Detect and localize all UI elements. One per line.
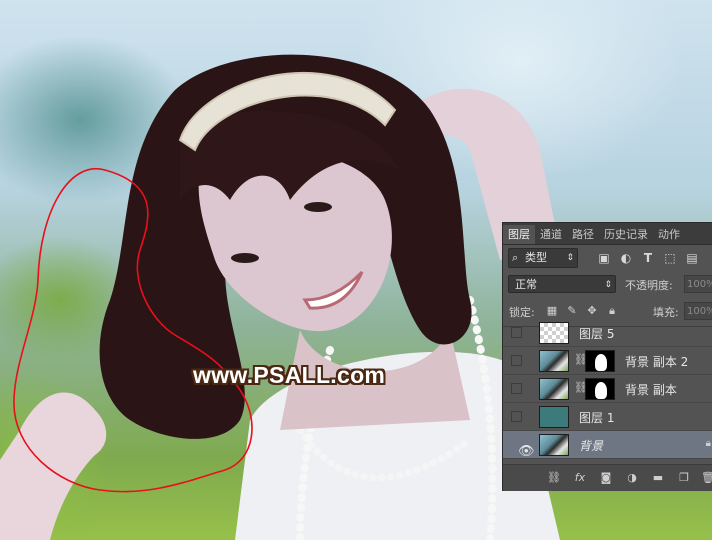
delete-layer-icon[interactable]: 🗑︎: [701, 471, 712, 485]
fill-label: 填充:: [653, 306, 679, 319]
visibility-toggle[interactable]: [511, 411, 522, 422]
tab-paths[interactable]: 路径: [567, 225, 599, 244]
layer-thumbnail: [539, 434, 569, 456]
tab-actions[interactable]: 动作: [653, 225, 685, 244]
layer-mask-thumbnail[interactable]: [585, 378, 615, 400]
layer-row-layer5[interactable]: 图层 5: [503, 319, 712, 347]
tab-channels[interactable]: 通道: [535, 225, 567, 244]
visibility-toggle[interactable]: 👁︎: [511, 439, 535, 459]
left-eye: [231, 253, 259, 263]
layer-row-layer1[interactable]: 图层 1: [503, 403, 712, 431]
shape-filter-icon[interactable]: ⬚: [663, 251, 677, 265]
blend-mode-select[interactable]: 正常 ⇕: [508, 275, 616, 293]
lock-label: 锁定:: [509, 306, 535, 319]
layer-filter-row: ⌕ 类型 ⇕ ▣ ◐ T ⬚ ▤: [503, 246, 712, 270]
adjustment-layer-icon[interactable]: ◑: [625, 471, 639, 485]
right-eye: [304, 202, 332, 212]
layer-thumbnail: [539, 406, 569, 428]
lock-transparency-icon[interactable]: ▦: [545, 304, 559, 318]
layer-name: 图层 1: [579, 411, 615, 425]
hand: [0, 392, 107, 540]
layer-mask-thumbnail[interactable]: [585, 350, 615, 372]
fill-input[interactable]: 100%: [684, 302, 712, 320]
dropdown-arrows-icon: ⇕: [566, 253, 574, 263]
layer-name: 背景 副本 2: [625, 355, 689, 369]
layer-thumbnail: [539, 378, 569, 400]
visibility-toggle[interactable]: [511, 355, 522, 366]
link-layers-icon[interactable]: ⛓: [547, 471, 561, 485]
dropdown-arrows-icon: ⇕: [604, 280, 612, 290]
layer-row-background-copy[interactable]: ⛓ 背景 副本: [503, 375, 712, 403]
layer-thumbnail: [539, 322, 569, 344]
panel-tab-bar: 图层 通道 路径 历史记录 动作: [503, 223, 712, 245]
layer-name: 图层 5: [579, 327, 615, 341]
layers-bottom-toolbar: ⛓ fx ◙ ◑ ▬ ❐ 🗑︎: [503, 464, 712, 491]
search-icon: ⌕: [512, 251, 519, 264]
lock-position-icon[interactable]: ✥: [585, 304, 599, 318]
opacity-input[interactable]: 100%: [684, 275, 712, 293]
tab-layers[interactable]: 图层: [503, 225, 535, 244]
blend-mode-value: 正常: [515, 278, 537, 291]
text-filter-icon[interactable]: T: [641, 251, 655, 265]
group-folder-icon[interactable]: ▬: [651, 471, 665, 485]
layer-filter-dropdown[interactable]: ⌕ 类型 ⇕: [508, 248, 578, 268]
smart-object-filter-icon[interactable]: ▤: [685, 251, 699, 265]
watermark-text: www.PSALL.com: [193, 362, 386, 388]
filter-type-label: 类型: [525, 251, 547, 264]
layer-name: 背景: [579, 439, 604, 453]
layer-lock-icon: 🔒︎: [705, 438, 711, 449]
adjustment-filter-icon[interactable]: ◐: [619, 251, 633, 265]
layer-style-icon[interactable]: fx: [573, 471, 587, 485]
add-mask-icon[interactable]: ◙: [599, 471, 613, 485]
image-filter-icon[interactable]: ▣: [597, 251, 611, 265]
blend-row: 正常 ⇕ 不透明度: 100%: [503, 275, 712, 297]
eye-icon: 👁︎: [518, 444, 535, 459]
lock-pixels-icon[interactable]: ✎: [565, 304, 579, 318]
lock-all-icon[interactable]: 🔒︎: [605, 304, 619, 318]
layer-name: 背景 副本: [625, 383, 677, 397]
tab-history[interactable]: 历史记录: [599, 225, 653, 244]
layer-row-background[interactable]: 👁︎ 背景 🔒︎: [503, 431, 712, 459]
visibility-toggle[interactable]: [511, 327, 522, 338]
layer-thumbnail: [539, 350, 569, 372]
opacity-label: 不透明度:: [625, 279, 673, 292]
visibility-toggle[interactable]: [511, 383, 522, 394]
layer-row-background-copy-2[interactable]: ⛓ 背景 副本 2: [503, 347, 712, 375]
layers-panel: 图层 通道 路径 历史记录 动作 ⌕ 类型 ⇕ ▣ ◐ T ⬚ ▤ 正常 ⇕ 不…: [502, 222, 712, 491]
new-layer-icon[interactable]: ❐: [677, 471, 691, 485]
